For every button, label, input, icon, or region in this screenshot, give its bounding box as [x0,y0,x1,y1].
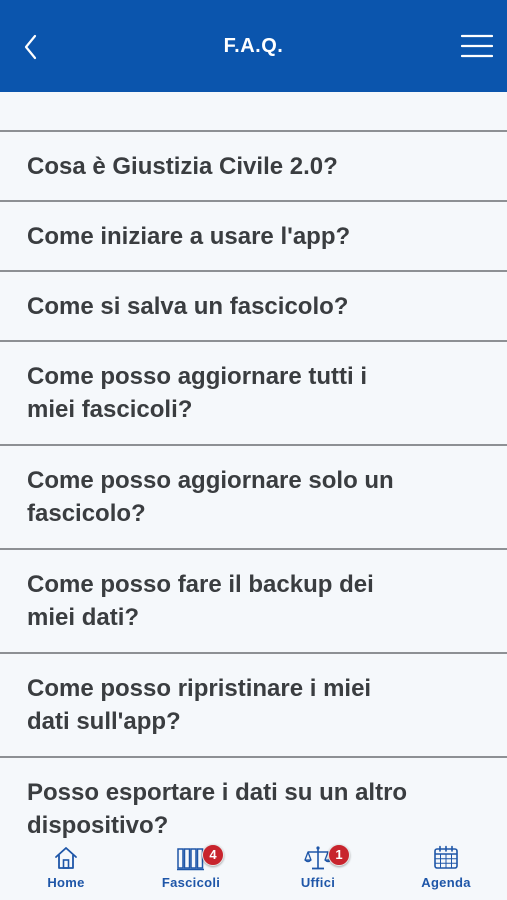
faq-item[interactable]: Come posso aggiornare solo un fascicolo? [0,446,507,550]
faq-item[interactable]: Come posso aggiornare tutti i miei fasci… [0,342,507,446]
faq-item[interactable]: Come iniziare a usare l'app? [0,202,507,272]
page-title: F.A.Q. [223,35,284,57]
faq-list[interactable]: Cosa è Giustizia Civile 2.0? Come inizia… [0,92,507,842]
list-spacer [0,92,507,132]
home-icon [55,847,77,869]
faq-item[interactable]: Come si salva un fascicolo? [0,272,507,342]
uffici-badge: 1 [328,844,350,866]
calendar-icon [434,845,458,869]
tab-agenda[interactable]: Agenda [396,842,496,900]
bottom-tab-bar: Home 4 Fascicoli 1 Uffici Agenda [0,842,507,900]
faq-item[interactable]: Cosa è Giustizia Civile 2.0? [0,132,507,202]
fascicoli-badge: 4 [202,844,224,866]
app-header: F.A.Q. [0,0,507,92]
tab-home-label: Home [47,875,85,890]
tab-fascicoli-label: Fascicoli [161,875,221,890]
tab-uffici-label: Uffici [300,875,336,890]
faq-item[interactable]: Posso esportare i dati su un altro dispo… [0,758,507,842]
faq-item[interactable]: Come posso ripristinare i miei dati sull… [0,654,507,758]
tab-uffici[interactable]: 1 Uffici [268,842,368,900]
tab-fascicoli[interactable]: 4 Fascicoli [141,842,241,900]
tab-agenda-label: Agenda [421,875,471,890]
hamburger-menu-icon [460,34,494,58]
tab-home[interactable]: Home [16,842,116,900]
faq-item[interactable]: Come posso fare il backup dei miei dati? [0,550,507,654]
menu-button[interactable] [460,33,494,59]
